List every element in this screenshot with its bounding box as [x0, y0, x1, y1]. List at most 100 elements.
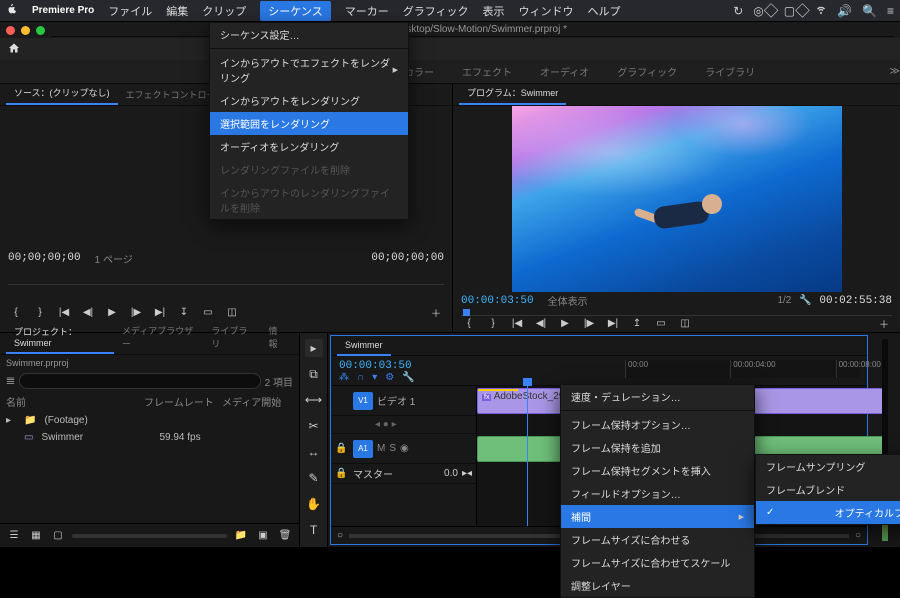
prg-step-back-icon[interactable]: ◀|	[533, 315, 549, 331]
timeline-tab[interactable]: Swimmer	[337, 336, 391, 356]
ctx-speed[interactable]: 速度・デュレーション…	[561, 385, 754, 408]
ctx-add-frame-hold[interactable]: フレーム保持を追加	[561, 436, 754, 459]
marker-icon[interactable]: ▾	[372, 372, 377, 383]
play-icon[interactable]: ▶	[104, 304, 120, 320]
program-res[interactable]: 1/2	[777, 295, 791, 306]
seq-render-audio[interactable]: オーディオをレンダリング	[210, 135, 408, 158]
ctx-scale-to-frame[interactable]: フレームサイズに合わせる	[561, 528, 754, 551]
type-tool-icon[interactable]: T	[305, 521, 323, 539]
source-page[interactable]: 1 ページ	[95, 251, 133, 266]
ctx-interpolation[interactable]: 補間	[561, 505, 754, 528]
prg-step-fwd-icon[interactable]: |▶	[581, 315, 597, 331]
close-window-button[interactable]	[6, 26, 15, 35]
insert-icon[interactable]: ↧	[176, 304, 192, 320]
slip-tool-icon[interactable]: ↔	[305, 443, 323, 461]
menu-edit[interactable]: 編集	[166, 3, 188, 19]
prg-extract-icon[interactable]: ▭	[653, 315, 669, 331]
apple-icon[interactable]	[6, 3, 18, 18]
program-fit[interactable]: 全体表示	[548, 293, 588, 308]
new-bin-icon[interactable]: 📁	[233, 528, 249, 544]
mark-in-icon[interactable]: {	[8, 304, 24, 320]
ws-effects[interactable]: エフェクト	[458, 60, 516, 83]
track-select-tool-icon[interactable]: ⧉	[305, 365, 323, 383]
spotlight-icon[interactable]: 🔍	[862, 4, 877, 18]
ctx-frame-hold-opts[interactable]: フレーム保持オプション…	[561, 413, 754, 436]
timeline-tc[interactable]: 00:00:03:50	[339, 360, 469, 372]
step-back-icon[interactable]: ◀|	[80, 304, 96, 320]
project-tab[interactable]: プロジェクト：Swimmer	[6, 321, 114, 354]
zoom-slider[interactable]	[72, 534, 227, 538]
interp-frame-sampling[interactable]: フレームサンプリング	[756, 455, 900, 478]
wrench-icon[interactable]: 🔧	[797, 293, 813, 309]
wrench2-icon[interactable]: 🔧	[402, 372, 414, 383]
program-tab[interactable]: プログラム：Swimmer	[459, 82, 566, 105]
cc-icon[interactable]: ◎	[753, 4, 763, 18]
seq-render-in-out[interactable]: インからアウトをレンダリング	[210, 89, 408, 112]
seq-render-in-out-fx[interactable]: インからアウトでエフェクトをレンダリング	[210, 51, 408, 89]
src-settings-icon[interactable]: ＋	[428, 304, 444, 320]
program-ruler[interactable]	[461, 309, 892, 315]
library-tab[interactable]: ライブラリ	[203, 320, 260, 354]
menu-clip[interactable]: クリップ	[202, 3, 246, 19]
ripple-tool-icon[interactable]: ⟷	[305, 391, 323, 409]
pen-tool-icon[interactable]: ✎	[305, 469, 323, 487]
menu-sequence[interactable]: シーケンス	[260, 1, 330, 21]
airplay-icon[interactable]: ▢	[784, 4, 795, 18]
razor-tool-icon[interactable]: ✂	[305, 417, 323, 435]
col-media-start[interactable]: メディア開始	[222, 394, 293, 409]
interp-optical-flow[interactable]: ✓ オプティカルフロー	[756, 501, 900, 524]
project-row-footage[interactable]: ▸📁 (Footage)	[0, 412, 299, 429]
menu-window[interactable]: ウィンドウ	[519, 3, 574, 19]
mark-out-icon[interactable]: }	[32, 304, 48, 320]
snap-icon[interactable]: ⁂	[339, 372, 349, 383]
prg-play-icon[interactable]: ▶	[557, 315, 573, 331]
prg-export-icon[interactable]: ◫	[677, 315, 693, 331]
media-browser-tab[interactable]: メディアブラウザー	[114, 320, 203, 354]
new-item-icon[interactable]: ▣	[255, 528, 271, 544]
ws-audio[interactable]: オーディオ	[536, 60, 593, 83]
menu-extra-icon[interactable]: ≡	[887, 4, 894, 18]
v1-header[interactable]: V1 ビデオ 1	[331, 386, 476, 416]
tl-zoom-in-icon[interactable]: ○	[855, 530, 861, 541]
source-ruler[interactable]	[8, 278, 444, 292]
volume-icon[interactable]: 🔊	[837, 4, 852, 18]
timeline-playhead[interactable]	[527, 386, 528, 526]
home-icon[interactable]	[8, 41, 20, 57]
menu-marker[interactable]: マーカー	[345, 3, 389, 19]
ws-library[interactable]: ライブラリ	[701, 60, 759, 83]
prg-goto-in-icon[interactable]: |◀	[509, 315, 525, 331]
program-preview[interactable]	[512, 106, 842, 292]
prg-mark-in-icon[interactable]: {	[461, 315, 477, 331]
sync-icon[interactable]: ↻	[733, 4, 743, 18]
ctx-field-opts[interactable]: フィールドオプション…	[561, 482, 754, 505]
prg-settings-icon[interactable]: ＋	[876, 315, 892, 331]
prg-goto-out-icon[interactable]: ▶|	[605, 315, 621, 331]
tl-zoom-out-icon[interactable]: ○	[337, 530, 343, 541]
menu-help[interactable]: ヘルプ	[588, 3, 621, 19]
ctx-set-to-frame[interactable]: フレームサイズに合わせてスケール	[561, 551, 754, 574]
interp-frame-blend[interactable]: フレームブレンド	[756, 478, 900, 501]
menu-graphics[interactable]: グラフィック	[403, 3, 469, 19]
icon-view-icon[interactable]: ▦	[28, 528, 44, 544]
wifi-icon[interactable]	[815, 3, 827, 18]
ws-graphics[interactable]: グラフィック	[613, 60, 681, 83]
minimize-window-button[interactable]	[21, 26, 30, 35]
seq-settings[interactable]: シーケンス設定…	[210, 23, 408, 46]
ctx-insert-hold-seg[interactable]: フレーム保持セグメントを挿入	[561, 459, 754, 482]
timeline-ruler[interactable]: 00:00 00:00:04:00 00:00:08:00	[625, 360, 859, 378]
workspace-overflow-icon[interactable]: ≫	[890, 66, 900, 77]
project-search[interactable]	[19, 373, 261, 389]
program-tc[interactable]: 00:00:03:50	[461, 295, 534, 307]
seq-render-selection[interactable]: 選択範囲をレンダリング	[210, 112, 408, 135]
overwrite-icon[interactable]: ▭	[200, 304, 216, 320]
trash-icon[interactable]: 🗑	[277, 528, 293, 544]
source-tc[interactable]: 00;00;00;00	[8, 252, 81, 264]
menu-view[interactable]: 表示	[483, 3, 505, 19]
a1-header[interactable]: 🔒A1 MS◉	[331, 434, 476, 464]
selection-tool-icon[interactable]: ▸	[305, 339, 323, 357]
source-tab-none[interactable]: ソース：(クリップなし)	[6, 82, 118, 105]
col-name[interactable]: 名前	[6, 394, 136, 409]
maximize-window-button[interactable]	[36, 26, 45, 35]
step-fwd-icon[interactable]: |▶	[128, 304, 144, 320]
hand-tool-icon[interactable]: ✋	[305, 495, 323, 513]
